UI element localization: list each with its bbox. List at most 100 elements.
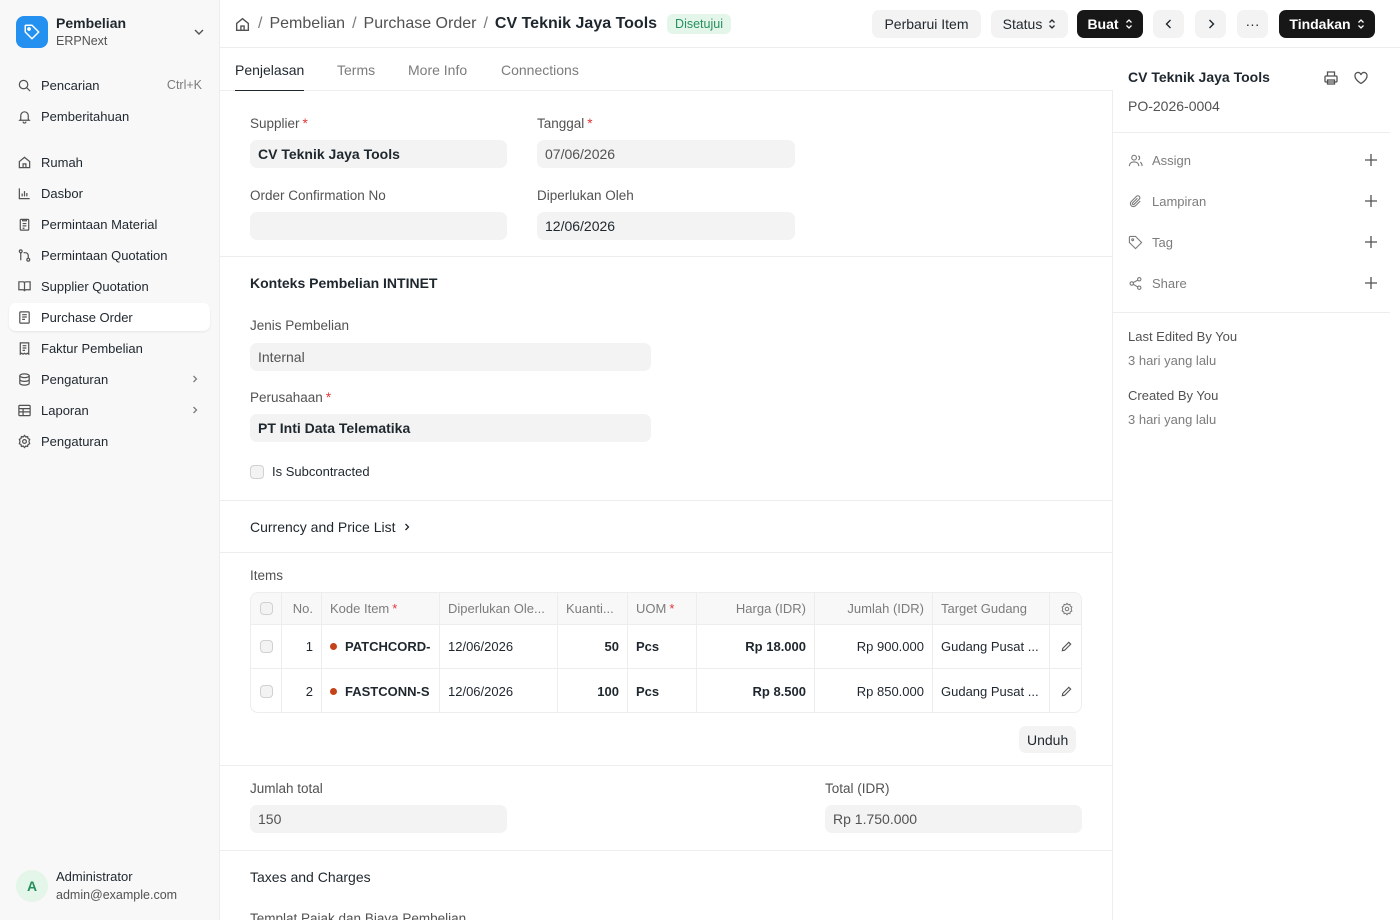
supplier-field[interactable]: CV Teknik Jaya Tools xyxy=(250,140,507,168)
sidebar-item-faktur-pembelian[interactable]: Faktur Pembelian xyxy=(9,334,210,362)
sidebar-item-purchase-order[interactable]: Purchase Order xyxy=(9,303,210,331)
tab-penjelasan[interactable]: Penjelasan xyxy=(235,49,305,91)
breadcrumb-purchase-order[interactable]: Purchase Order xyxy=(364,15,477,33)
currency-section-toggle[interactable]: Currency and Price List xyxy=(250,519,412,535)
sidebar-item-rumah[interactable]: Rumah xyxy=(9,148,210,176)
search-button[interactable]: Pencarian Ctrl+K xyxy=(9,71,210,99)
update-items-button[interactable]: Perbarui Item xyxy=(872,10,981,38)
download-button[interactable]: Unduh xyxy=(1019,726,1077,753)
tab-connections[interactable]: Connections xyxy=(501,49,579,91)
app-switcher[interactable]: Pembelian ERPNext xyxy=(16,14,206,50)
row-rate[interactable]: Rp 18.000 xyxy=(697,625,815,668)
home-icon[interactable] xyxy=(234,16,251,33)
col-amount: Jumlah (IDR) xyxy=(815,593,933,624)
company-field[interactable]: PT Inti Data Telematika xyxy=(250,414,651,442)
order-confirmation-field[interactable] xyxy=(250,212,507,240)
last-edited-value: 3 hari yang lalu xyxy=(1128,353,1217,368)
row-checkbox[interactable] xyxy=(259,640,273,653)
next-button[interactable] xyxy=(1195,10,1226,38)
breadcrumb-pembelian[interactable]: Pembelian xyxy=(269,15,345,33)
tab-terms[interactable]: Terms xyxy=(337,49,375,91)
sidebar-item-label: Pengaturan xyxy=(41,371,109,387)
previous-button[interactable] xyxy=(1153,10,1184,38)
row-rate[interactable]: Rp 8.500 xyxy=(697,669,815,712)
section-divider xyxy=(220,500,1112,501)
required-by-field[interactable]: 12/06/2026 xyxy=(537,212,795,240)
plus-icon[interactable] xyxy=(1364,276,1378,290)
table-icon xyxy=(17,403,32,418)
row-qty[interactable]: 50 xyxy=(558,625,628,668)
table-row[interactable]: 1 PATCHCORD- 12/06/2026 50 Pcs Rp 18.000… xyxy=(251,625,1081,669)
edit-row-button[interactable] xyxy=(1050,669,1081,712)
purchase-type-label: Jenis Pembelian xyxy=(250,318,350,333)
assign-label: Assign xyxy=(1152,152,1192,168)
row-uom[interactable]: Pcs xyxy=(628,625,697,668)
clipboard-icon xyxy=(17,217,32,232)
row-item-code[interactable]: PATCHCORD- xyxy=(322,625,440,668)
select-arrows-icon xyxy=(1357,18,1365,30)
actions-button[interactable]: Tindakan xyxy=(1279,10,1375,38)
attachment-action[interactable]: Lampiran xyxy=(1128,191,1378,211)
items-label: Items xyxy=(250,568,284,583)
subcontracted-checkbox[interactable] xyxy=(250,465,264,479)
sidebar-item-label: Purchase Order xyxy=(41,309,133,325)
print-icon[interactable] xyxy=(1323,70,1339,86)
assign-action[interactable]: Assign xyxy=(1128,150,1378,170)
plus-icon[interactable] xyxy=(1364,235,1378,249)
row-no: 2 xyxy=(282,669,322,712)
status-button[interactable]: Status xyxy=(991,10,1068,38)
company-label: Perusahaan * xyxy=(250,390,332,405)
tag-action[interactable]: Tag xyxy=(1128,232,1378,252)
purchase-type-field[interactable]: Internal xyxy=(250,343,651,371)
sidebar-item-supplier-quotation[interactable]: Supplier Quotation xyxy=(9,272,210,300)
avatar: A xyxy=(16,870,48,902)
notifications-button[interactable]: Pemberitahuan xyxy=(9,102,210,130)
share-action[interactable]: Share xyxy=(1128,273,1378,293)
row-required-by[interactable]: 12/06/2026 xyxy=(440,625,558,668)
row-checkbox[interactable] xyxy=(259,684,273,698)
table-row[interactable]: 2 FASTCONN-S 12/06/2026 100 Pcs Rp 8.500… xyxy=(251,669,1081,712)
create-button[interactable]: Buat xyxy=(1077,10,1143,38)
created-value: 3 hari yang lalu xyxy=(1128,412,1217,427)
attachment-label: Lampiran xyxy=(1152,193,1207,209)
row-warehouse[interactable]: Gudang Pusat ... xyxy=(933,669,1050,712)
row-item-code[interactable]: FASTCONN-S xyxy=(322,669,440,712)
sidebar-item-label: Pengaturan xyxy=(41,433,109,449)
items-table: No. Kode Item * Diperlukan Ole... Kuanti.… xyxy=(250,592,1082,713)
gear-icon xyxy=(1060,601,1074,616)
sidebar-item-pengaturan[interactable]: Pengaturan xyxy=(9,427,210,455)
col-warehouse: Target Gudang xyxy=(933,593,1050,624)
sidebar-item-permintaan-quotation[interactable]: Permintaan Quotation xyxy=(9,241,210,269)
search-shortcut: Ctrl+K xyxy=(166,78,202,92)
tab-more-info[interactable]: More Info xyxy=(408,49,467,91)
sidebar-item-laporan[interactable]: Laporan xyxy=(9,396,210,424)
sidebar-item-label: Faktur Pembelian xyxy=(41,340,143,356)
user-menu[interactable]: A Administrator admin@example.com xyxy=(16,866,177,906)
row-required-by[interactable]: 12/06/2026 xyxy=(440,669,558,712)
app-title: Pembelian xyxy=(56,15,127,31)
more-button[interactable]: ··· xyxy=(1237,10,1268,38)
chevron-right-icon xyxy=(1204,17,1218,31)
row-qty[interactable]: 100 xyxy=(558,669,628,712)
sidebar: Pembelian ERPNext Pencarian Ctrl+K Pembe… xyxy=(0,0,220,920)
select-all-checkbox[interactable] xyxy=(259,602,273,615)
sidebar-item-dasbor[interactable]: Dasbor xyxy=(9,179,210,207)
tag-label: Tag xyxy=(1152,234,1173,250)
status-dot xyxy=(330,643,337,650)
file-icon xyxy=(17,310,32,325)
chevron-down-icon xyxy=(192,25,206,39)
create-label: Buat xyxy=(1087,16,1119,32)
col-no: No. xyxy=(282,593,322,624)
row-warehouse[interactable]: Gudang Pusat ... xyxy=(933,625,1050,668)
section-divider xyxy=(220,256,1112,257)
row-uom[interactable]: Pcs xyxy=(628,669,697,712)
edit-row-button[interactable] xyxy=(1050,625,1081,668)
sidebar-item-pengaturan-group[interactable]: Pengaturan xyxy=(9,365,210,393)
plus-icon[interactable] xyxy=(1364,194,1378,208)
sidebar-item-permintaan-material[interactable]: Permintaan Material xyxy=(9,210,210,238)
date-field[interactable]: 07/06/2026 xyxy=(537,140,795,168)
status-badge: Disetujui xyxy=(667,14,731,34)
column-settings-button[interactable] xyxy=(1050,593,1081,624)
heart-icon[interactable] xyxy=(1353,70,1369,86)
plus-icon[interactable] xyxy=(1364,153,1378,167)
